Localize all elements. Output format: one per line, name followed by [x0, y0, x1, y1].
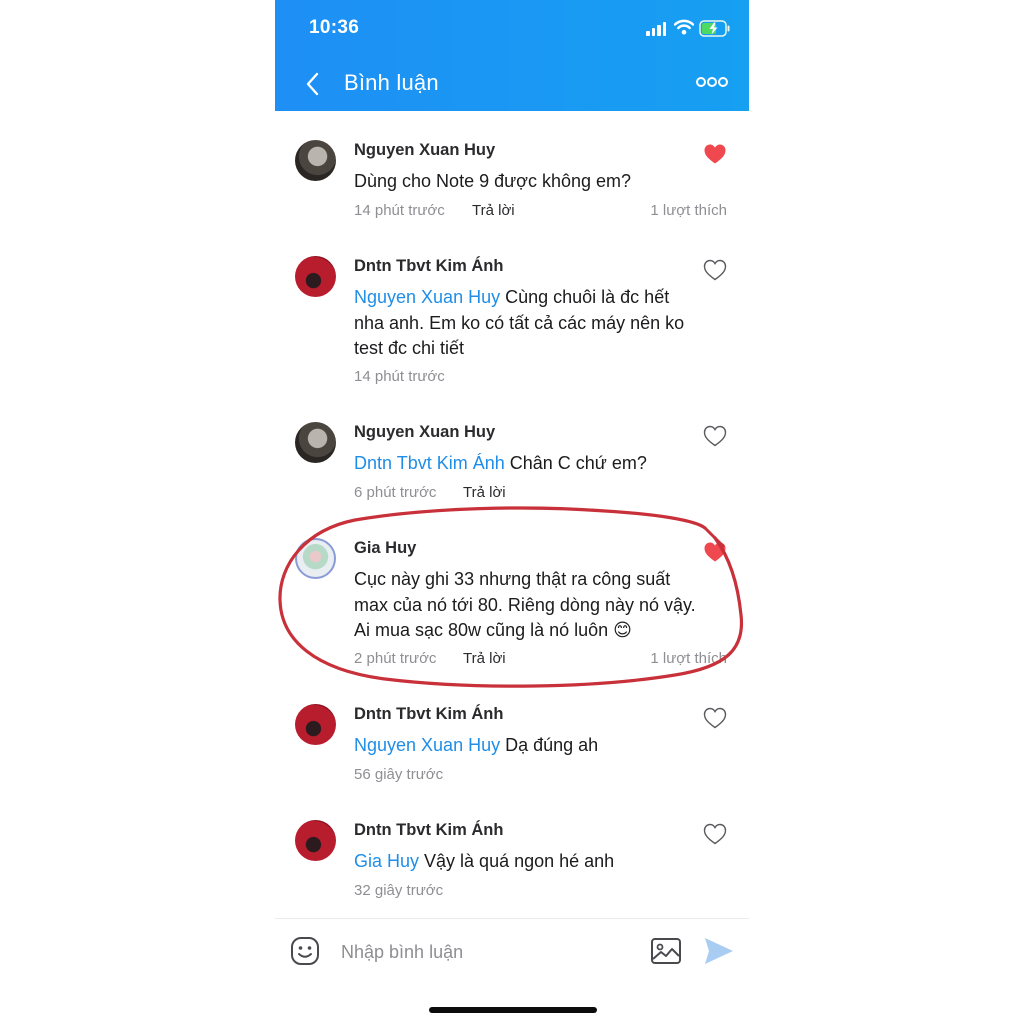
reply-button[interactable]: Trả lời — [463, 484, 506, 501]
comment-body: Chân C chứ em? — [504, 453, 647, 473]
comment-text: Dntn Tbvt Kim Ánh Chân C chứ em? — [354, 451, 704, 477]
comment-time: 14 phút trước — [354, 202, 445, 219]
avatar[interactable] — [295, 422, 336, 463]
comment-time: 2 phút trước — [354, 650, 437, 667]
signal-icon — [646, 22, 668, 36]
comment-text: Nguyen Xuan Huy Dạ đúng ah — [354, 733, 704, 759]
commenter-name[interactable]: Gia Huy — [354, 539, 416, 558]
comment-time: 14 phút trước — [354, 368, 445, 385]
mention-link[interactable]: Nguyen Xuan Huy — [354, 287, 500, 307]
heart-icon[interactable] — [703, 425, 727, 447]
commenter-name[interactable]: Nguyen Xuan Huy — [354, 141, 495, 160]
commenter-name[interactable]: Dntn Tbvt Kim Ánh — [354, 821, 503, 840]
phone-screen: 10:36 Bình luận Nguyen Xuan Huy Dùng cho… — [275, 0, 749, 1024]
comment-item: Dntn Tbvt Kim Ánh Gia Huy Vậy là quá ngo… — [275, 820, 749, 910]
avatar[interactable] — [295, 538, 336, 579]
wifi-icon — [674, 19, 694, 35]
commenter-name[interactable]: Dntn Tbvt Kim Ánh — [354, 705, 503, 724]
heart-icon[interactable] — [703, 541, 727, 563]
comment-text: Gia Huy Vậy là quá ngon hé anh — [354, 849, 704, 875]
send-button[interactable] — [703, 936, 735, 966]
comment-time: 56 giây trước — [354, 766, 444, 783]
mention-link[interactable]: Gia Huy — [354, 851, 419, 871]
heart-icon[interactable] — [703, 707, 727, 729]
comment-item: Gia Huy Cục này ghi 33 nhưng thật ra côn… — [275, 538, 749, 678]
home-indicator — [429, 1007, 597, 1013]
avatar[interactable] — [295, 704, 336, 745]
image-button[interactable] — [650, 935, 682, 967]
comment-text: Dùng cho Note 9 được không em? — [354, 169, 704, 195]
like-count[interactable]: 1 lượt thích — [650, 650, 727, 667]
chevron-left-icon — [306, 72, 319, 96]
comment-text: Cục này ghi 33 nhưng thật ra công suất m… — [354, 567, 704, 644]
more-dots-icon — [696, 77, 728, 87]
mention-link[interactable]: Nguyen Xuan Huy — [354, 735, 500, 755]
comment-body: Cục này ghi 33 nhưng thật ra công suất m… — [354, 569, 696, 640]
commenter-name[interactable]: Dntn Tbvt Kim Ánh — [354, 257, 503, 276]
comment-item: Nguyen Xuan Huy Dntn Tbvt Kim Ánh Chân C… — [275, 422, 749, 512]
heart-icon[interactable] — [703, 823, 727, 845]
comment-item: Dntn Tbvt Kim Ánh Nguyen Xuan Huy Dạ đún… — [275, 704, 749, 794]
comment-item: Nguyen Xuan Huy Dùng cho Note 9 được khô… — [275, 140, 749, 230]
image-icon — [651, 938, 681, 964]
send-icon — [705, 938, 733, 964]
commenter-name[interactable]: Nguyen Xuan Huy — [354, 423, 495, 442]
emoji-button[interactable] — [289, 935, 321, 967]
battery-charging-icon — [699, 20, 730, 37]
comment-input[interactable] — [333, 936, 649, 968]
comment-item: Dntn Tbvt Kim Ánh Nguyen Xuan Huy Cùng c… — [275, 256, 749, 396]
status-time: 10:36 — [309, 17, 360, 38]
more-options-button[interactable] — [695, 70, 729, 94]
avatar[interactable] — [295, 820, 336, 861]
heart-icon[interactable] — [703, 143, 727, 165]
heart-icon[interactable] — [703, 259, 727, 281]
comment-body: Dùng cho Note 9 được không em? — [354, 171, 632, 191]
reply-button[interactable]: Trả lời — [463, 650, 506, 667]
comment-body: Dạ đúng ah — [500, 735, 599, 755]
avatar[interactable] — [295, 140, 336, 181]
page-title: Bình luận — [344, 70, 439, 95]
reply-button[interactable]: Trả lời — [472, 202, 515, 219]
comment-body: Vậy là quá ngon hé anh — [419, 851, 615, 871]
comment-time: 6 phút trước — [354, 484, 437, 501]
avatar[interactable] — [295, 256, 336, 297]
composer-divider — [275, 918, 749, 919]
app-header: 10:36 Bình luận — [275, 0, 749, 111]
emoji-icon — [291, 937, 319, 965]
comment-text: Nguyen Xuan Huy Cùng chuôi là đc hết nha… — [354, 285, 704, 362]
like-count[interactable]: 1 lượt thích — [650, 202, 727, 219]
back-button[interactable] — [295, 66, 331, 102]
mention-link[interactable]: Dntn Tbvt Kim Ánh — [354, 453, 505, 473]
comment-time: 32 giây trước — [354, 882, 444, 899]
